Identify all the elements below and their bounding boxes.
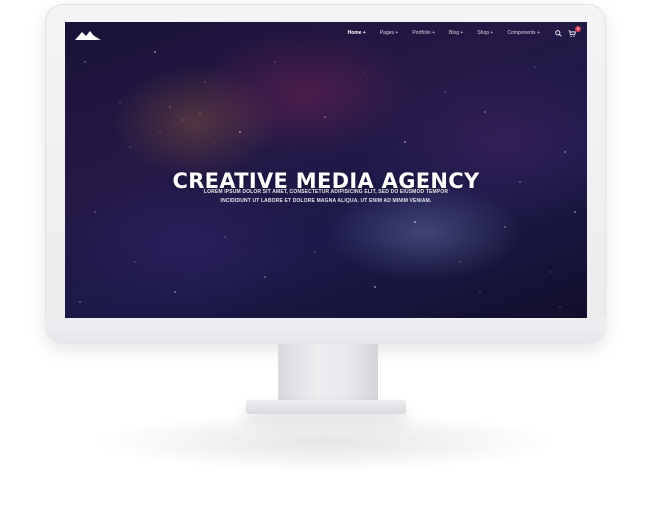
monitor-mockup: CALIFORNIA Home + Pages + Portfolio + Bl… [0,0,656,514]
nav-item-blog[interactable]: Blog + [442,30,470,36]
monitor-stand-neck [278,344,378,402]
nav-item-pages[interactable]: Pages + [373,30,406,36]
nav-item-shop[interactable]: Shop + [470,30,500,36]
monitor-chin [45,318,606,344]
main-menu: Home + Pages + Portfolio + Blog + Shop +… [341,30,547,36]
floor-shadow [90,412,560,472]
nav-item-portfolio[interactable]: Portfolio + [405,30,442,36]
monitor-stand-base [246,400,406,414]
cart-count-badge: 0 [575,26,581,32]
monitor-screen: CALIFORNIA Home + Pages + Portfolio + Bl… [65,22,587,318]
site-logo[interactable]: CALIFORNIA [73,27,103,43]
nav-item-components[interactable]: Components + [500,30,547,36]
search-icon[interactable] [555,30,562,37]
hero-subtitle: LOREM IPSUM DOLOR SIT AMET, CONSECTETUR … [203,189,449,204]
nav-item-home[interactable]: Home + [341,30,373,36]
logo-wordmark: CALIFORNIA [77,37,99,41]
cart-icon[interactable] [568,30,576,37]
top-navigation-bar: CALIFORNIA Home + Pages + Portfolio + Bl… [65,22,587,46]
